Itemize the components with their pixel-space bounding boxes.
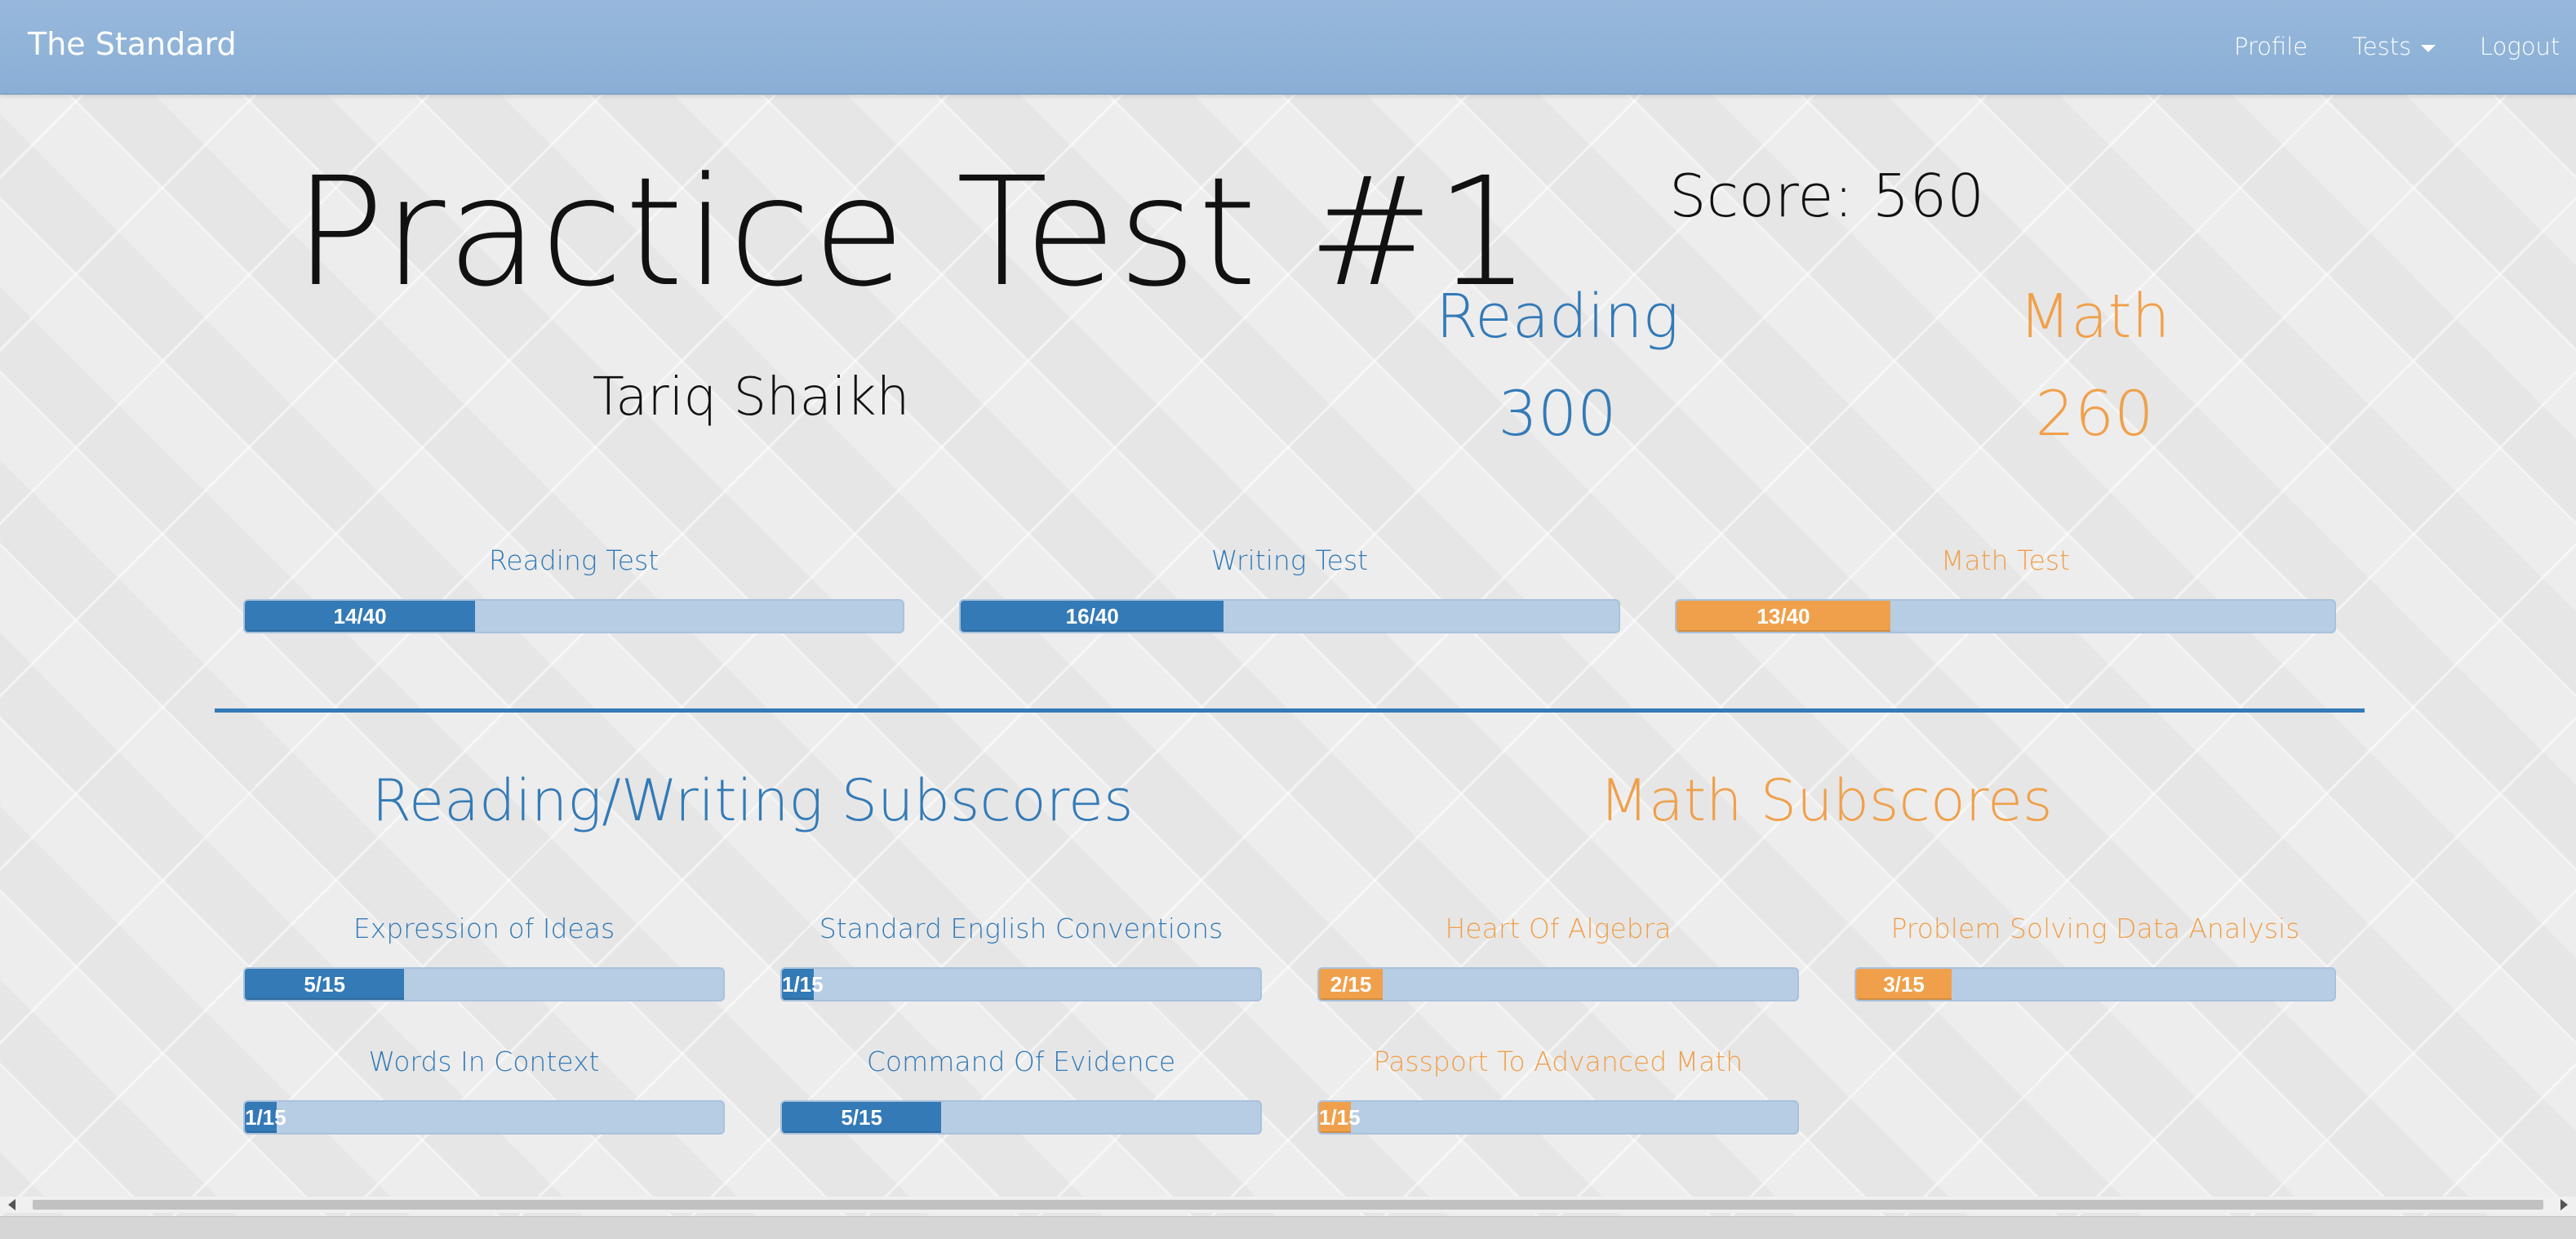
math-section-score: 260: [2035, 377, 2154, 450]
progress-value: 2/15: [1330, 972, 1372, 997]
reading-section-score: 300: [1498, 377, 1617, 450]
progress-value: 5/15: [304, 972, 345, 997]
math-subscores-heading: Math Subscores: [1599, 767, 2053, 834]
heart-of-algebra-progress: 2/15: [1317, 967, 1799, 1001]
scroll-right-arrow-icon[interactable]: [2560, 1199, 2568, 1210]
progress-value: 3/15: [1883, 972, 1925, 997]
writing-test-label: Writing Test: [1210, 544, 1369, 576]
reading-test-label: Reading Test: [488, 544, 660, 576]
student-name: Tariq Shaikh: [592, 367, 910, 428]
command-of-evidence-progress: 5/15: [780, 1100, 1262, 1135]
standard-english-conventions-label: Standard English Conventions: [819, 913, 1224, 944]
nav-profile-link[interactable]: Profile: [2234, 33, 2307, 60]
reading-section-label: Reading: [1436, 282, 1679, 352]
expression-of-ideas-label: Expression of Ideas: [353, 913, 615, 944]
total-score: Score: 560: [1668, 162, 1985, 230]
scrollbar-thumb[interactable]: [33, 1200, 2543, 1210]
progress-value: 13/40: [1757, 604, 1810, 628]
reading-writing-subscores-heading: Reading/Writing Subscores: [371, 767, 1134, 834]
progress-value: 5/15: [841, 1105, 882, 1130]
progress-value: 1/15: [245, 1105, 286, 1130]
progress-value: 1/15: [782, 972, 824, 997]
passport-to-advanced-math-label: Passport To Advanced Math: [1373, 1046, 1743, 1077]
words-in-context-label: Words In Context: [368, 1046, 600, 1077]
scroll-left-arrow-icon[interactable]: [8, 1199, 16, 1210]
horizontal-scrollbar[interactable]: [0, 1197, 2576, 1213]
section-divider: [215, 708, 2365, 713]
problem-solving-data-analysis-label: Problem Solving Data Analysis: [1890, 913, 2300, 944]
page-title: Practice Test #1: [294, 145, 1533, 320]
writing-test-progress: 16/40: [959, 599, 1620, 633]
progress-value: 14/40: [333, 604, 387, 628]
standard-english-conventions-progress: 1/15: [780, 967, 1262, 1001]
problem-solving-data-analysis-progress: 3/15: [1854, 967, 2336, 1001]
caret-down-icon: [2421, 44, 2436, 52]
expression-of-ideas-progress: 5/15: [243, 967, 725, 1001]
nav-tests-label: Tests: [2352, 33, 2412, 60]
nav-tests-dropdown[interactable]: Tests: [2352, 33, 2436, 60]
math-test-progress: 13/40: [1675, 599, 2336, 633]
brand-link[interactable]: The Standard: [28, 26, 237, 62]
math-test-label: Math Test: [1940, 544, 2071, 576]
heart-of-algebra-label: Heart Of Algebra: [1445, 913, 1672, 944]
bottom-edge: [0, 1216, 2576, 1239]
words-in-context-progress: 1/15: [243, 1100, 725, 1135]
reading-test-progress: 14/40: [243, 599, 904, 633]
math-section-label: Math: [2019, 282, 2170, 352]
command-of-evidence-label: Command Of Evidence: [866, 1046, 1176, 1077]
progress-value: 1/15: [1319, 1105, 1361, 1130]
nav-logout-link[interactable]: Logout: [2480, 33, 2560, 60]
passport-to-advanced-math-progress: 1/15: [1317, 1100, 1799, 1135]
navbar: The Standard Profile Tests Logout: [0, 0, 2576, 95]
progress-value: 16/40: [1065, 604, 1119, 628]
